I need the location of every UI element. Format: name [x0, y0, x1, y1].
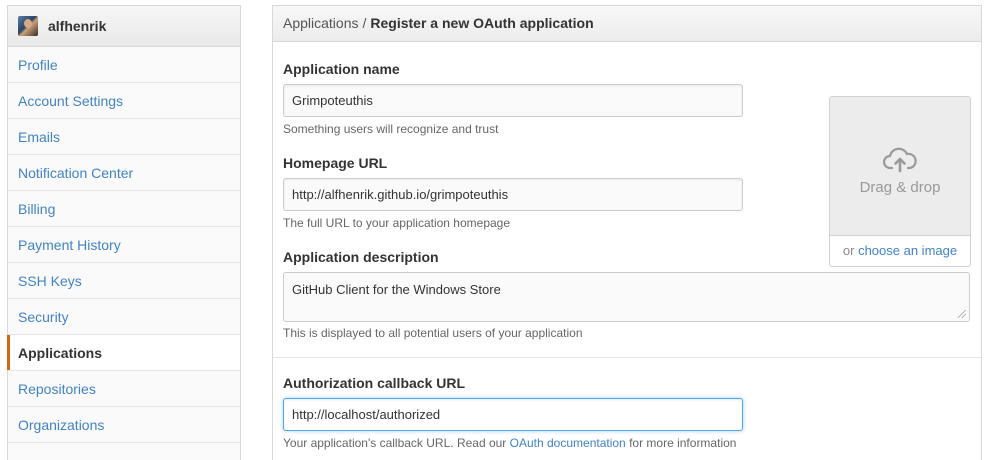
- drop-zone[interactable]: Drag & drop: [830, 97, 970, 236]
- sidebar-item-profile[interactable]: Profile: [8, 47, 240, 83]
- description-text: GitHub Client for the Windows Store: [292, 282, 501, 297]
- sidebar-nav: Profile Account Settings Emails Notifica…: [7, 47, 240, 443]
- sidebar-item-organizations[interactable]: Organizations: [8, 407, 240, 443]
- homepage-url-label: Homepage URL: [283, 155, 388, 171]
- sidebar-item-repositories[interactable]: Repositories: [8, 371, 240, 407]
- description-hint: This is displayed to all potential users…: [283, 326, 583, 340]
- app-name-input[interactable]: Grimpoteuthis: [283, 84, 743, 117]
- sidebar-item-security[interactable]: Security: [8, 299, 240, 335]
- sidebar-item-account-settings[interactable]: Account Settings: [8, 83, 240, 119]
- homepage-url-hint: The full URL to your application homepag…: [283, 216, 511, 230]
- choose-image-row: or choose an image: [830, 236, 970, 266]
- breadcrumb-separator: /: [362, 15, 367, 31]
- sidebar-item-notification-center[interactable]: Notification Center: [8, 155, 240, 191]
- avatar[interactable]: [18, 16, 38, 36]
- drag-drop-text: Drag & drop: [859, 178, 941, 196]
- choose-image-link[interactable]: choose an image: [858, 243, 957, 258]
- app-name-hint: Something users will recognize and trust: [283, 122, 499, 136]
- page-title: Register a new OAuth application: [370, 15, 594, 31]
- description-textarea[interactable]: GitHub Client for the Windows Store: [283, 272, 970, 322]
- callback-hint-text-end: for more information: [629, 436, 737, 450]
- description-label: Application description: [283, 249, 439, 265]
- oauth-app-panel: Applications / Register a new OAuth applic…: [272, 5, 982, 460]
- oauth-documentation-link[interactable]: OAuth documentation: [510, 436, 626, 450]
- sidebar-item-payment-history[interactable]: Payment History: [8, 227, 240, 263]
- breadcrumb-applications-link[interactable]: Applications: [283, 15, 359, 31]
- logo-upload[interactable]: Drag & drop or choose an image: [829, 96, 971, 267]
- settings-sidebar: alfhenrik Profile Account Settings Email…: [7, 5, 241, 460]
- app-name-label: Application name: [283, 61, 400, 77]
- callback-hint-text: Your application's callback URL. Read ou…: [283, 436, 507, 450]
- section-divider: [273, 357, 981, 358]
- sidebar-item-applications[interactable]: Applications: [7, 335, 240, 371]
- sidebar-header: alfhenrik: [8, 6, 240, 47]
- sidebar-item-ssh-keys[interactable]: SSH Keys: [8, 263, 240, 299]
- sidebar-item-billing[interactable]: Billing: [8, 191, 240, 227]
- sidebar-item-emails[interactable]: Emails: [8, 119, 240, 155]
- breadcrumb: Applications / Register a new OAuth applic…: [273, 6, 981, 42]
- sidebar-username[interactable]: alfhenrik: [48, 18, 106, 34]
- homepage-url-input[interactable]: http://alfhenrik.github.io/grimpoteuthis: [283, 178, 743, 211]
- callback-url-label: Authorization callback URL: [283, 375, 466, 391]
- resize-grip-icon[interactable]: [958, 310, 966, 318]
- callback-url-input[interactable]: http://localhost/authorized: [283, 398, 743, 431]
- callback-url-hint: Your application's callback URL. Read ou…: [283, 436, 736, 450]
- or-text: or: [842, 243, 855, 258]
- cloud-upload-icon: [883, 147, 917, 172]
